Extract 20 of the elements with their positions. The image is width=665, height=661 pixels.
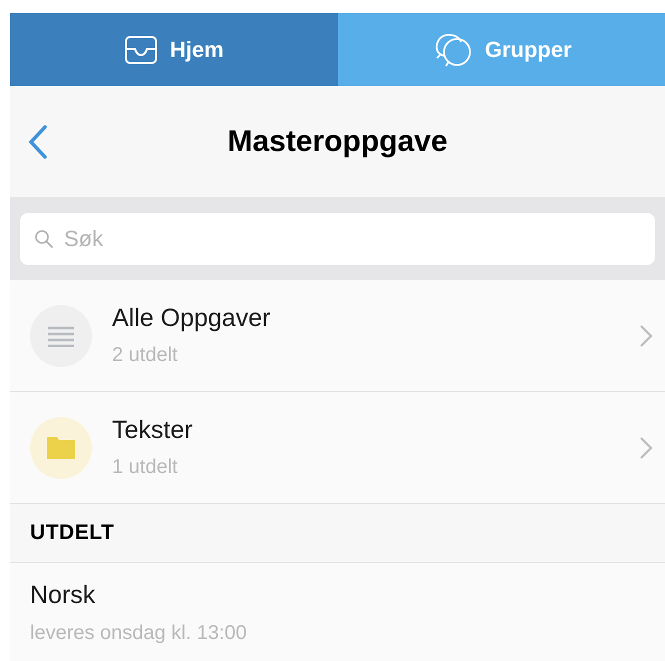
- search-icon: [34, 228, 54, 248]
- chevron-icon: [639, 324, 653, 348]
- row-subtitle: leveres onsdag kl. 13:00: [30, 621, 248, 646]
- chevron-icon: [639, 436, 653, 460]
- back-icon[interactable]: [28, 124, 48, 158]
- row-title: Norsk: [30, 580, 96, 611]
- row-title: Alle Oppgaver: [112, 303, 272, 334]
- inbox-icon: [124, 34, 158, 64]
- list-icon: [47, 324, 75, 346]
- folder-row[interactable]: Alle Oppgaver 2 utdelt: [10, 280, 665, 392]
- row-subtitle: 2 utdelt: [112, 342, 179, 368]
- screen-title: Masteroppgave: [227, 124, 448, 160]
- assignment-row[interactable]: Norsk leveres onsdag kl. 13:00: [10, 563, 665, 661]
- folder-icon: [46, 436, 76, 460]
- row-subtitle: 1 utdelt: [112, 454, 179, 480]
- search-field[interactable]: Søk: [20, 212, 655, 264]
- tab[interactable]: Hjem: [10, 13, 338, 86]
- section-header: UTDELT: [30, 520, 114, 546]
- row-title: Tekster: [112, 415, 194, 446]
- folder-row[interactable]: Tekster 1 utdelt: [10, 392, 665, 504]
